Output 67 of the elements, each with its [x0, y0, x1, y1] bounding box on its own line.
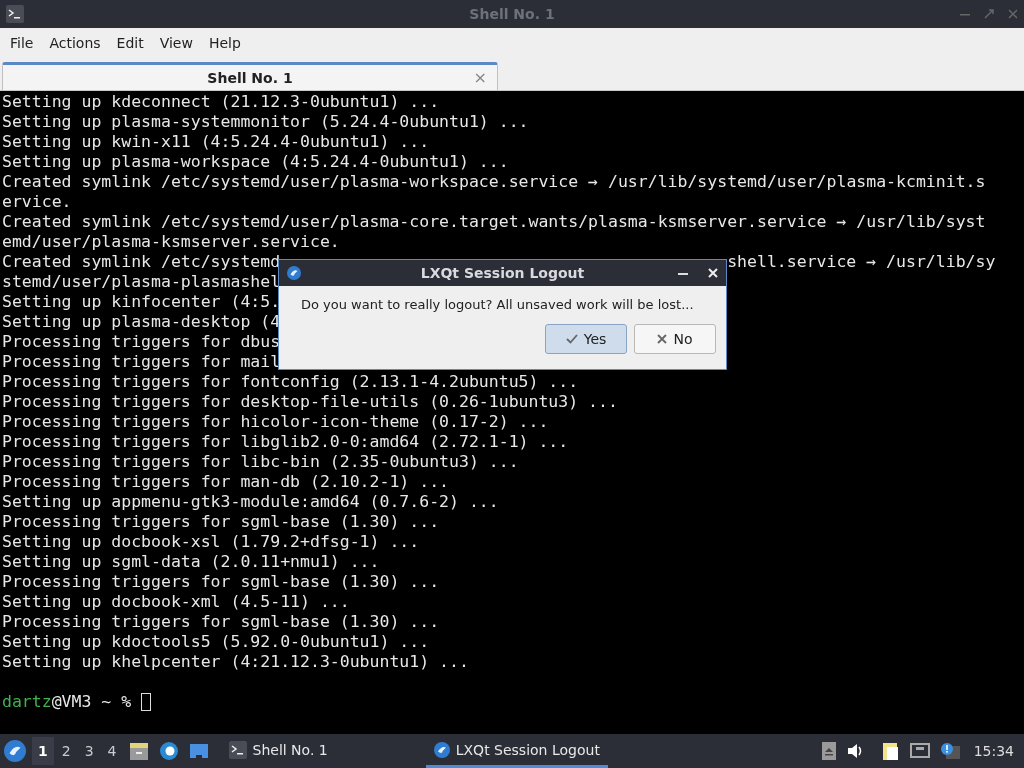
dialog-title: LXQt Session Logout [420, 265, 585, 281]
terminal-line: Setting up docbook-xml (4.5-11) ... [2, 592, 350, 612]
terminal-line: Processing triggers for libglib2.0-0:amd64 (2.72.1-1) ... [2, 432, 569, 452]
terminal-line: stemd/user/plasma-plasmashel [2, 272, 281, 292]
terminal-line: Setting up plasma-workspace (4:5.24.4-0ubuntu1) ... [2, 152, 509, 172]
terminal-line: Processing triggers for mail [2, 352, 281, 372]
cross-icon[interactable] [657, 334, 668, 344]
terminal-line: Setting up kwin-x11 (4:5.24.4-0ubuntu1) ... [2, 132, 430, 152]
terminal-line: Processing triggers for sgml-base (1.30) ... [2, 612, 440, 632]
terminal-line: Processing triggers for dbus [2, 332, 281, 352]
browser-icon[interactable] [158, 741, 179, 761]
terminal-line: Setting up kdoctools5 (5.92.0-0ubuntu1) ... [2, 632, 430, 652]
menu-item[interactable]: Help [202, 31, 247, 55]
notification-icon[interactable] [939, 742, 960, 760]
terminal-line: emd/user/plasma-ksmserver.service. [2, 232, 340, 252]
terminal-line: Setting up kinfocenter (4:5. [2, 292, 281, 312]
taskbar-task[interactable]: Shell No. 1 [220, 734, 336, 768]
yes-button[interactable]: Yes [545, 324, 627, 354]
terminal-line: Setting up appmenu-gtk3-module:amd64 (0.7.6-2) ... [2, 492, 499, 512]
terminal-line: Processing triggers for desktop-file-utils (0.26-1ubuntu3) ... [2, 392, 618, 412]
terminal-line: Setting up khelpcenter (4:21.12.3-0ubuntu1) ... [2, 652, 469, 672]
terminal-line: ervice. [2, 192, 72, 212]
text-cursor [141, 693, 152, 711]
network-icon[interactable] [909, 743, 930, 759]
terminal-line: Processing triggers for sgml-base (1.30) ... [2, 512, 440, 532]
desktop-switcher[interactable]: 2 [55, 737, 77, 765]
prompt-host: @VM3 ~ % [51, 692, 132, 712]
dialog-message: Do you want to really logout? All unsaved work will be lost... [301, 296, 694, 314]
window-icon[interactable] [188, 741, 209, 761]
terminal-line: Created symlink /etc/systemd/user/plasma-workspace.service → /usr/lib/systemd/user/plasma-kcminit.s [2, 172, 986, 192]
maximize-icon[interactable] [984, 9, 994, 19]
prompt-user: dartz [2, 692, 52, 712]
taskbar-task[interactable]: LXQt Session Logout [425, 734, 608, 768]
window-title: Shell No. 1 [469, 6, 555, 22]
menu-item[interactable]: Edit [110, 31, 150, 55]
start-menu-icon[interactable] [4, 740, 26, 762]
menu-item[interactable]: Actions [43, 31, 107, 55]
terminal-line: Processing triggers for hicolor-icon-theme (0.17-2) ... [2, 412, 549, 432]
terminal-line: Setting up docbook-xsl (1.79.2+dfsg-1) ... [2, 532, 420, 552]
file-cabinet-icon[interactable] [128, 741, 149, 761]
terminal-line: Setting up plasma-systemmonitor (5.24.4-0ubuntu1) ... [2, 112, 529, 132]
terminal-line: Processing triggers for man-db (2.10.2-1) ... [2, 472, 450, 492]
volume-icon[interactable] [845, 743, 864, 759]
terminal-line: Processing triggers for libc-bin (2.35-0ubuntu3) ... [2, 452, 519, 472]
terminal-line: Setting up sgml-data (2.0.11+nmu1) ... [2, 552, 380, 572]
terminal-line: shell.service → /usr/lib/sy [727, 252, 996, 272]
clock[interactable]: 15:34 [973, 743, 1014, 759]
terminal-icon[interactable] [228, 740, 247, 759]
terminal-icon[interactable] [6, 5, 24, 23]
clipboard-icon[interactable] [881, 741, 900, 761]
terminal-line: Created symlink /etc/systemd [2, 252, 281, 272]
check-icon[interactable] [565, 333, 578, 345]
eject-icon[interactable] [821, 742, 836, 760]
terminal-line: Processing triggers for fontconfig (2.13.1-4.2ubuntu5) ... [2, 372, 579, 392]
tab[interactable]: Shell No. 1 × [2, 62, 498, 90]
terminal-line: Processing triggers for sgml-base (1.30) ... [2, 572, 440, 592]
desktop-switcher[interactable]: 4 [101, 737, 123, 765]
no-button[interactable]: No [634, 324, 716, 354]
terminal-line: Created symlink /etc/systemd/user/plasma-core.target.wants/plasma-ksmserver.service → /usr/lib/syst [2, 212, 986, 232]
desktop-switcher[interactable]: 3 [78, 737, 100, 765]
bird-icon[interactable] [433, 741, 450, 758]
menu-item[interactable]: File [4, 31, 40, 55]
menu-item[interactable]: View [153, 31, 199, 55]
terminal-line: Setting up plasma-desktop (4 [2, 312, 281, 332]
bird-icon[interactable] [287, 266, 301, 280]
desktop-switcher[interactable]: 1 [32, 737, 54, 765]
terminal-line: Setting up kdeconnect (21.12.3-0ubuntu1) ... [2, 92, 440, 112]
